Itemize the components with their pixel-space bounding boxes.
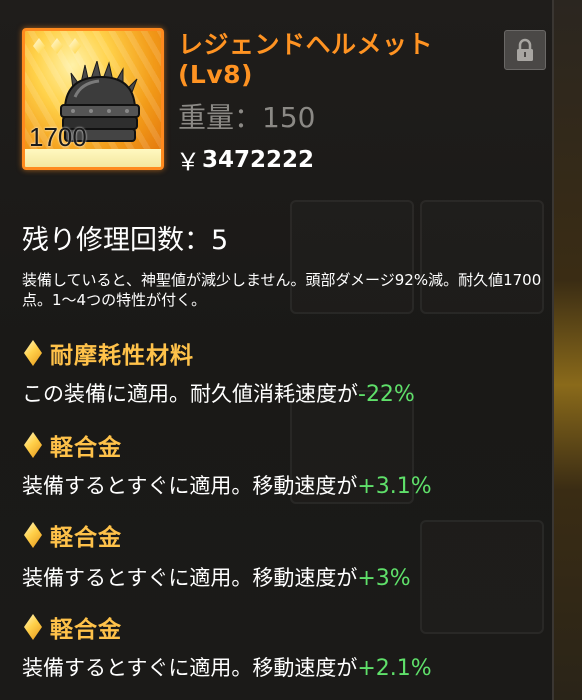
item-weight: 重量：150 xyxy=(178,101,316,134)
item-title: レジェンドヘルメット(Lv8) xyxy=(178,30,434,89)
attribute-text: この装備に適用。耐久値消耗速度が xyxy=(22,382,358,406)
attribute-description: 装備するとすぐに適用。移動速度が+2.1% xyxy=(22,652,432,682)
attribute-value: +3.1% xyxy=(357,474,432,499)
attribute-name: 軽合金 xyxy=(50,617,122,643)
item-description: 装備していると、神聖値が減少しません。頭部ダメージ92%減。耐久値1700点。1… xyxy=(22,271,542,309)
diamond-icon xyxy=(24,522,42,548)
attribute-description: この装備に適用。耐久値消耗速度が-22% xyxy=(22,378,415,408)
attribute-description: 装備するとすぐに適用。移動速度が+3% xyxy=(22,562,411,592)
diamond-icon xyxy=(24,432,42,458)
attribute-name: 耐摩耗性材料 xyxy=(50,343,194,369)
yen-symbol: ￥ xyxy=(176,148,200,176)
diamond-icon xyxy=(24,614,42,640)
rarity-stars xyxy=(31,35,83,57)
diamond-icon xyxy=(24,340,42,366)
attribute-title: 軽合金 xyxy=(24,428,122,462)
attribute-name: 軽合金 xyxy=(50,525,122,551)
star-icon xyxy=(67,35,83,57)
background-scenery xyxy=(552,0,582,700)
attribute-text: 装備するとすぐに適用。移動速度が xyxy=(22,566,358,590)
attribute-title: 耐摩耗性材料 xyxy=(24,336,194,370)
star-icon xyxy=(31,35,47,57)
item-price: ￥ 3472222 xyxy=(176,142,314,177)
attribute-value: +3% xyxy=(357,566,411,591)
item-icon-frame: 1700 xyxy=(22,28,164,170)
attribute-description: 装備するとすぐに適用。移動速度が+3.1% xyxy=(22,470,432,500)
repair-count: 残り修理回数：5 xyxy=(22,225,229,256)
attribute-text: 装備するとすぐに適用。移動速度が xyxy=(22,656,358,680)
price-value: 3472222 xyxy=(202,146,315,173)
attribute-value: +2.1% xyxy=(357,656,432,681)
attribute-title: 軽合金 xyxy=(24,610,122,644)
star-icon xyxy=(49,35,65,57)
attribute-title: 軽合金 xyxy=(24,518,122,552)
item-tooltip-panel: 1700 レジェンドヘルメット(Lv8) 重量：150 ￥ 3472222 残り… xyxy=(0,0,554,700)
attribute-name: 軽合金 xyxy=(50,435,122,461)
attribute-value: -22% xyxy=(358,382,415,407)
background-slot xyxy=(420,520,544,634)
lock-button[interactable] xyxy=(504,30,546,70)
lock-icon xyxy=(517,38,533,61)
durability-value: 1700 xyxy=(29,122,87,152)
attribute-text: 装備するとすぐに適用。移動速度が xyxy=(22,474,358,498)
